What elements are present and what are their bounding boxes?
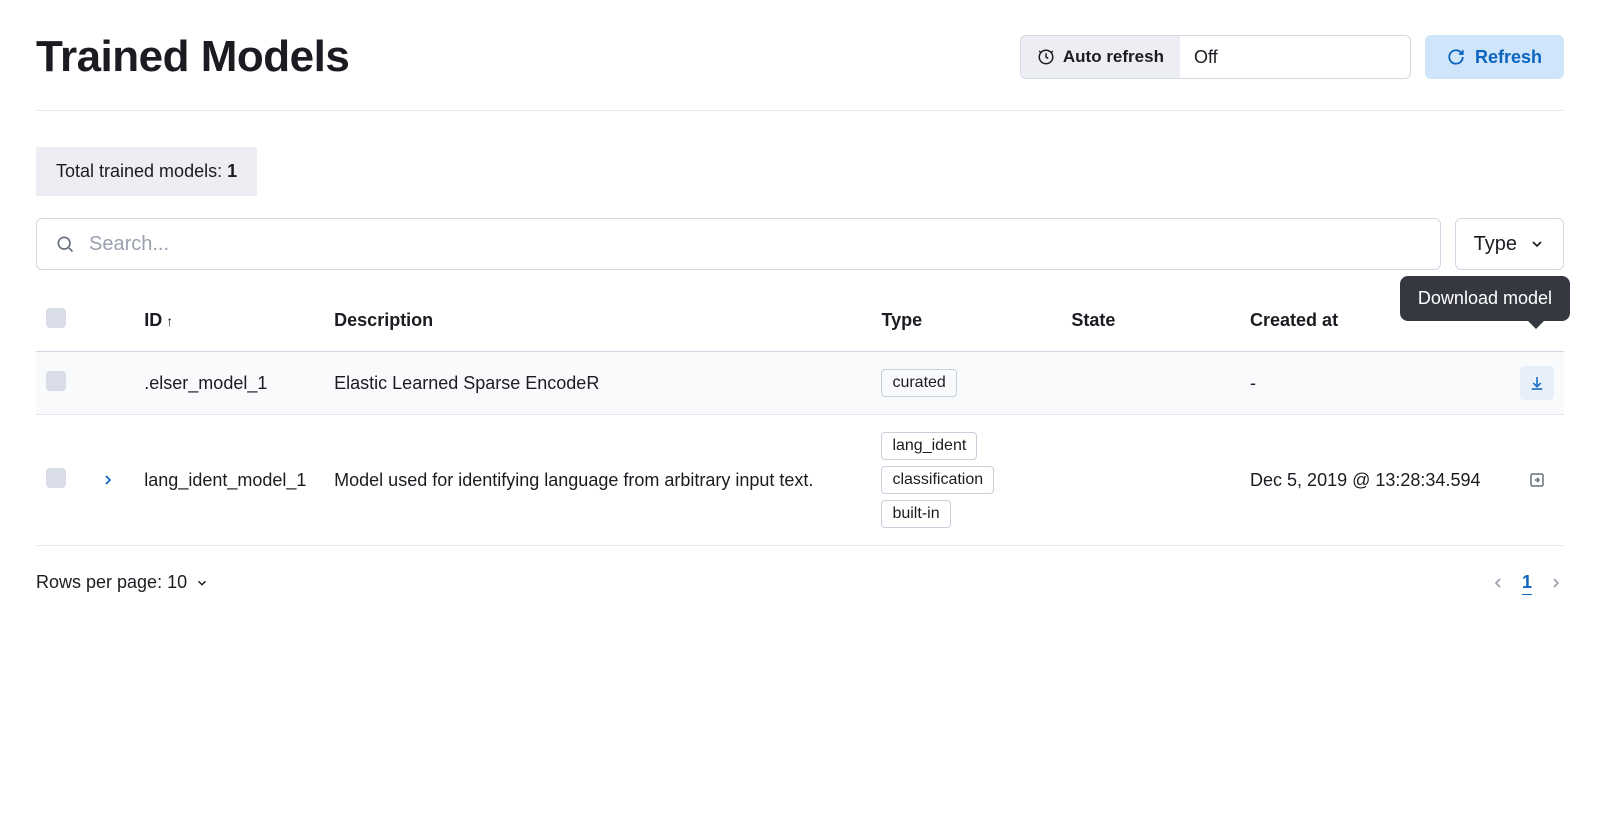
column-description[interactable]: Description [324,290,871,352]
total-label: Total trained models: [56,161,227,181]
refresh-button[interactable]: Refresh [1425,35,1564,79]
rows-per-page-label: Rows per page: 10 [36,572,187,593]
row-checkbox[interactable] [46,371,66,391]
table-row: lang_ident_model_1Model used for identif… [36,415,1564,546]
page-title: Trained Models [36,32,349,82]
search-row: Type [36,218,1564,270]
chevron-down-icon [195,576,209,590]
column-id[interactable]: ID↑ [134,290,324,352]
auto-refresh-value[interactable]: Off [1180,36,1410,78]
table-footer: Rows per page: 10 1 [36,572,1564,593]
type-tag: classification [881,466,994,494]
total-models-badge: Total trained models: 1 [36,147,257,196]
type-tag: curated [881,369,956,397]
model-state [1061,352,1240,415]
type-filter-label: Type [1474,233,1517,256]
row-actions-button[interactable] [1520,463,1554,497]
search-input[interactable] [89,233,1422,256]
auto-refresh-label: Auto refresh [1063,47,1164,67]
page-prev[interactable] [1490,575,1506,591]
download-model-button[interactable] [1520,366,1554,400]
models-table: ID↑ Description Type State Created at Do… [36,290,1564,546]
search-box[interactable] [36,218,1441,270]
model-id: lang_ident_model_1 [134,415,324,546]
sort-asc-icon: ↑ [166,313,173,329]
model-created-at: - [1240,352,1497,415]
model-type-tags: curated [871,352,1061,415]
column-select-all [36,290,90,352]
column-actions: Download model [1497,290,1564,352]
column-type[interactable]: Type [871,290,1061,352]
auto-refresh-group: Auto refresh Off [1020,35,1411,79]
chevron-down-icon [1529,236,1545,252]
download-model-tooltip: Download model [1400,276,1570,321]
page-header: Trained Models Auto refresh Off Refresh [36,32,1564,111]
column-state[interactable]: State [1061,290,1240,352]
model-description: Elastic Learned Sparse EncodeR [324,352,871,415]
clock-icon [1037,48,1055,66]
pagination: 1 [1490,572,1564,593]
type-tag: built-in [881,500,950,528]
model-created-at: Dec 5, 2019 @ 13:28:34.594 [1240,415,1497,546]
model-state [1061,415,1240,546]
header-controls: Auto refresh Off Refresh [1020,35,1564,79]
refresh-button-label: Refresh [1475,47,1542,68]
refresh-icon [1447,48,1465,66]
page-next[interactable] [1548,575,1564,591]
row-checkbox[interactable] [46,468,66,488]
auto-refresh-label-box: Auto refresh [1021,36,1180,78]
total-count: 1 [227,161,237,181]
model-id: .elser_model_1 [134,352,324,415]
table-row: .elser_model_1Elastic Learned Sparse Enc… [36,352,1564,415]
model-type-tags: lang_ident classification built-in [871,415,1061,546]
model-description: Model used for identifying language from… [324,415,871,546]
select-all-checkbox[interactable] [46,308,66,328]
expand-row-icon[interactable] [100,472,125,488]
rows-per-page[interactable]: Rows per page: 10 [36,572,209,593]
column-id-label: ID [144,310,162,330]
column-expand [90,290,135,352]
page-current[interactable]: 1 [1522,572,1532,593]
search-icon [55,234,75,254]
type-filter[interactable]: Type [1455,218,1564,270]
type-tag: lang_ident [881,432,977,460]
